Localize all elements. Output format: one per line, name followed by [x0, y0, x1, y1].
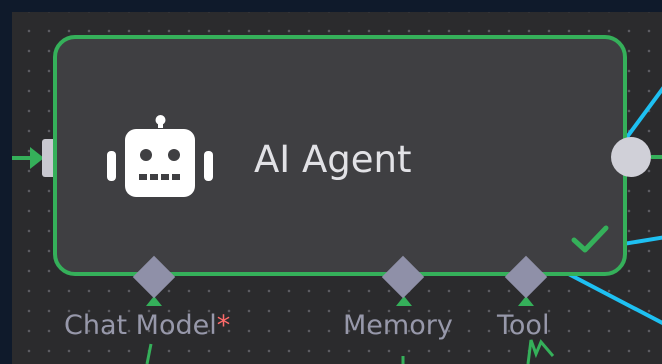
memory-port-label: Memory	[343, 310, 453, 341]
robot-icon	[107, 115, 213, 197]
checkmark-icon	[571, 225, 609, 253]
main-output-handle[interactable]	[611, 137, 651, 177]
chat-model-label-text: Chat Model	[64, 310, 217, 341]
ai-agent-node[interactable]: AI Agent	[53, 35, 627, 276]
tool-port-label: Tool	[497, 310, 550, 341]
chat-model-connection[interactable]	[145, 343, 153, 364]
required-marker: *	[216, 310, 231, 341]
tool-connection[interactable]	[526, 339, 555, 364]
memory-port-triangle	[396, 296, 412, 306]
node-title: AI Agent	[254, 138, 412, 181]
chat-model-port-label: Chat Model*	[64, 309, 230, 343]
